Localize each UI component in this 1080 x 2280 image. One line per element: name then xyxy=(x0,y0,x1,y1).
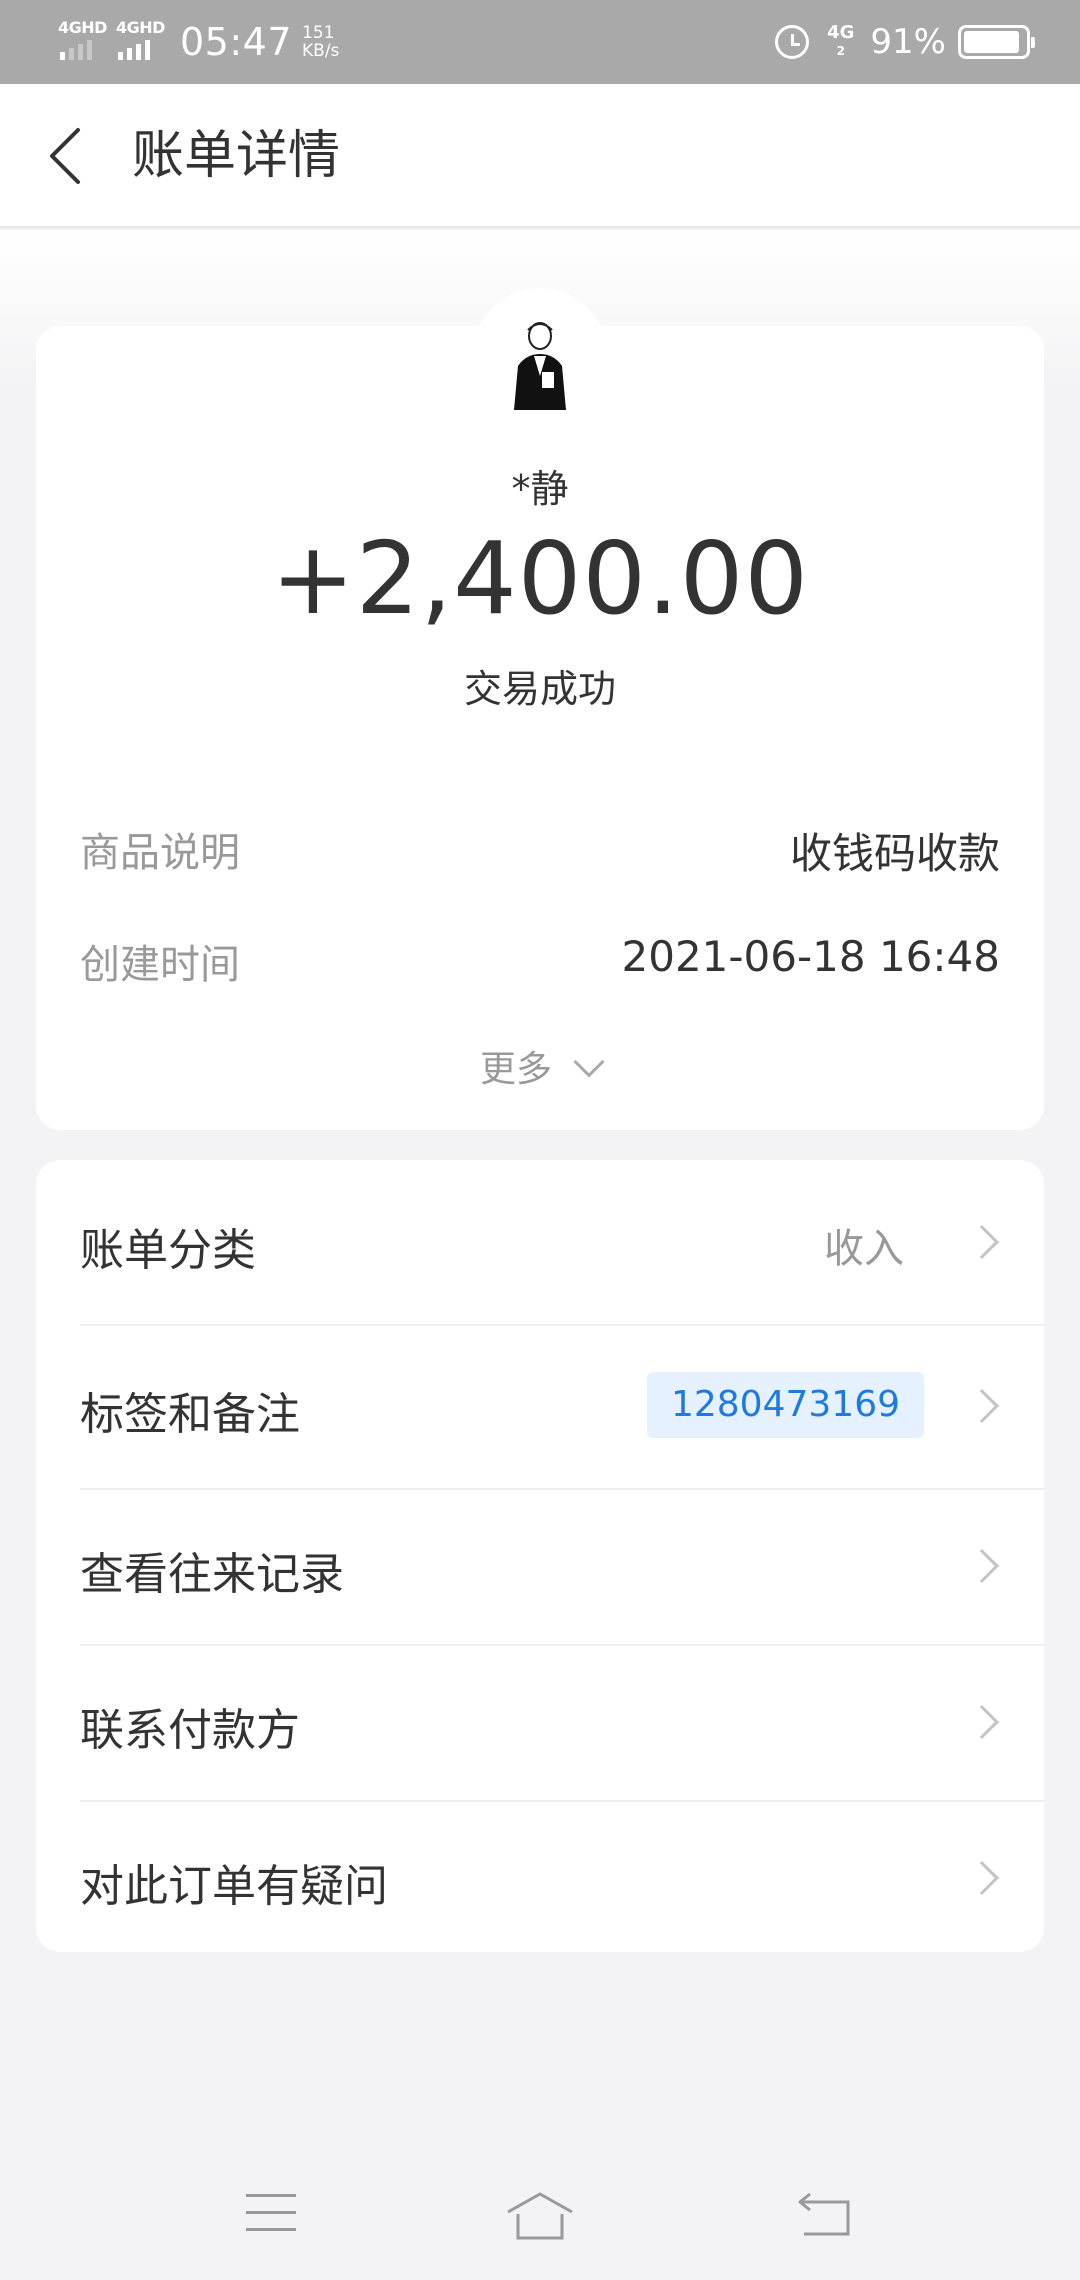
transaction-amount: +2,400.00 xyxy=(270,520,810,637)
mobile-data-icon: 4G 2 xyxy=(827,24,854,60)
bill-category-row[interactable]: 账单分类 收入 xyxy=(36,1160,1044,1324)
detail-label: 创建时间 xyxy=(80,942,240,988)
alarm-icon xyxy=(775,25,810,59)
avatar[interactable] xyxy=(506,316,574,412)
payer-name: *静 xyxy=(511,467,569,511)
chevron-right-icon xyxy=(965,1389,999,1423)
detail-label: 商品说明 xyxy=(80,830,240,876)
detail-value: 2021-06-18 16:48 xyxy=(621,932,1000,981)
detail-row-created-time: 创建时间 2021-06-18 16:48 xyxy=(80,932,1000,992)
history-row[interactable]: 查看往来记录 xyxy=(36,1490,1044,1644)
network-speed-unit: KB/s xyxy=(302,41,340,61)
clock: 05:47 xyxy=(180,20,293,64)
bill-category-value: 收入 xyxy=(824,1226,904,1272)
chevron-right-icon xyxy=(965,1549,999,1583)
signal-sim2-icon: 4GHD xyxy=(116,12,170,72)
chevron-right-icon xyxy=(965,1861,999,1895)
page-title: 账单详情 xyxy=(132,126,341,186)
signal-sim1-icon: 4GHD xyxy=(58,12,112,72)
sim1-label: 4GHD xyxy=(58,18,107,37)
system-nav-bar xyxy=(0,2150,1080,2280)
back-arrow-icon[interactable] xyxy=(42,120,92,192)
app-header: 账单详情 xyxy=(0,84,1080,228)
action-label: 标签和备注 xyxy=(80,1389,300,1440)
detail-row-product: 商品说明 收钱码收款 xyxy=(80,820,1000,880)
summary-card xyxy=(36,326,1044,1130)
tag-badge[interactable]: 1280473169 xyxy=(646,1372,924,1438)
network-speed-value: 151 xyxy=(302,23,335,43)
battery-fill xyxy=(964,31,1019,53)
battery-icon xyxy=(958,25,1035,59)
status-bar: 4GHD 4GHD 05:47 151 KB/s 4G 2 91% xyxy=(0,0,1080,84)
network-speed: 151 KB/s xyxy=(302,24,339,60)
action-label: 联系付款方 xyxy=(80,1705,300,1756)
chevron-down-icon xyxy=(573,1046,605,1078)
network-sub: 2 xyxy=(836,44,845,58)
detail-value: 收钱码收款 xyxy=(789,829,1000,878)
menu-icon[interactable] xyxy=(246,2194,296,2234)
more-toggle[interactable]: 更多 xyxy=(36,1040,1044,1092)
action-label: 查看往来记录 xyxy=(80,1549,344,1600)
contact-payer-row[interactable]: 联系付款方 xyxy=(36,1646,1044,1800)
battery-percent: 91% xyxy=(870,22,946,62)
chevron-right-icon xyxy=(965,1705,999,1739)
action-label: 账单分类 xyxy=(80,1225,256,1276)
action-label: 对此订单有疑问 xyxy=(80,1861,388,1912)
tags-notes-row[interactable]: 标签和备注 1280473169 xyxy=(36,1326,1044,1488)
more-label: 更多 xyxy=(479,1049,552,1090)
chevron-right-icon xyxy=(965,1225,999,1259)
order-question-row[interactable]: 对此订单有疑问 xyxy=(36,1802,1044,1952)
transaction-status: 交易成功 xyxy=(463,667,616,711)
network-type: 4G xyxy=(827,22,855,43)
back-nav-icon[interactable] xyxy=(796,2190,852,2242)
sim2-label: 4GHD xyxy=(116,18,165,37)
home-icon[interactable] xyxy=(504,2190,576,2242)
